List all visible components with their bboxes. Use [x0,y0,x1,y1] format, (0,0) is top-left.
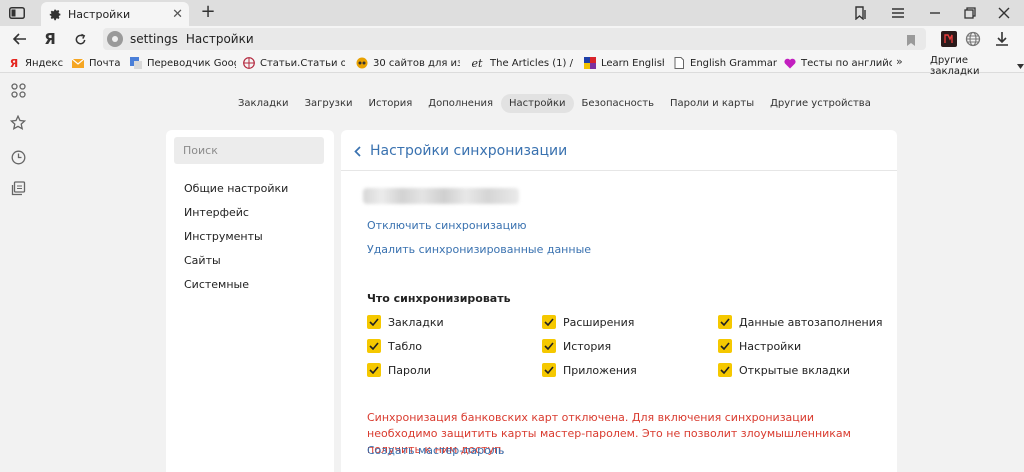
back-arrow-icon[interactable] [9,29,31,49]
back-to-settings[interactable]: Настройки синхронизации [354,143,567,159]
settings-top-nav: Закладки Загрузки История Дополнения Нас… [230,93,879,113]
bookmark-icon[interactable] [906,32,918,46]
download-icon[interactable] [993,30,1011,48]
heart-icon [784,57,796,69]
history-clock-icon[interactable] [9,148,27,166]
nav-settings[interactable]: Настройки [501,93,574,113]
tab-title: Настройки [68,7,131,21]
bookmark-item[interactable]: Статьи.Статьи об [243,55,345,71]
nav-downloads[interactable]: Загрузки [297,94,361,113]
account-email-blurred [363,188,519,204]
collections-icon[interactable] [9,179,27,197]
yandex-logo-icon: Я [9,56,19,70]
circle-icon [356,57,368,69]
checkmark-icon [718,339,732,353]
new-tab-button[interactable]: + [199,3,217,21]
restore-icon[interactable] [957,3,983,23]
omnibox[interactable]: settings Настройки [103,28,926,50]
close-window-icon[interactable] [991,3,1017,23]
bookmark-item[interactable]: 30 сайтов для изу [356,55,460,71]
checkmark-icon [367,363,381,377]
disable-sync-link[interactable]: Отключить синхронизацию [367,219,526,232]
nav-history[interactable]: История [360,94,420,113]
checkbox-apps[interactable]: Приложения [542,363,637,377]
checkbox-passwords[interactable]: Пароли [367,363,431,377]
checkmark-icon [718,315,732,329]
menu-icon[interactable] [885,3,911,23]
translate-icon [130,57,142,69]
sync-settings-panel: Настройки синхронизации Отключить синхро… [341,130,897,472]
other-bookmarks-button[interactable]: Другие закладки [930,55,1024,77]
search-input[interactable] [174,137,324,164]
checkbox-history[interactable]: История [542,339,611,353]
checkbox-autofill[interactable]: Данные автозаполнения [718,315,883,329]
checkbox-settings[interactable]: Настройки [718,339,801,353]
bookmark-item[interactable]: et The Articles (1) / E [469,55,573,71]
gear-icon [48,7,62,21]
address-bar: Я settings Настройки [0,26,1024,52]
globe-icon [243,57,255,69]
et-icon: et [471,56,483,70]
settings-sidebar: Общие настройки Интерфейс Инструменты Са… [166,130,334,472]
nav-bookmarks[interactable]: Закладки [230,94,297,113]
bookmark-item[interactable]: Тесты по английс [784,55,892,71]
chevron-left-icon [354,144,364,158]
sidebar-item-sites[interactable]: Сайты [184,254,221,267]
address-page-title: Настройки [185,32,254,46]
checkbox-bookmarks[interactable]: Закладки [367,315,444,329]
tab-settings[interactable]: Настройки ✕ [41,2,189,26]
sidebar-item-system[interactable]: Системные [184,278,249,291]
star-icon[interactable] [9,114,27,132]
doc-icon [673,57,685,69]
mail-icon [72,57,84,69]
extension-icon[interactable] [940,30,958,48]
create-master-password-link[interactable]: Создать мастер-пароль [367,444,504,457]
page-title: Настройки синхронизации [370,143,568,159]
sidebar-item-general[interactable]: Общие настройки [184,182,288,195]
bookmarks-more-button[interactable]: » [896,55,903,68]
checkbox-extensions[interactable]: Расширения [542,315,634,329]
divider [341,170,897,171]
bookmark-item[interactable]: English Grammar [673,55,777,71]
nav-passwords[interactable]: Пароли и карты [662,94,762,113]
squares-icon [584,57,596,69]
address-url: settings [130,32,178,46]
sidebar-item-tools[interactable]: Инструменты [184,230,263,243]
apps-grid-icon[interactable] [9,81,27,99]
section-title: Что синхронизировать [367,292,511,305]
checkmark-icon [367,315,381,329]
site-security-icon[interactable] [107,31,123,47]
checkmark-icon [718,363,732,377]
bookmarks-bar: Я Яндекс Почта Переводчик Goog Статьи.Ст… [0,52,1024,77]
sidebar-item-interface[interactable]: Интерфейс [184,206,249,219]
checkbox-tablo[interactable]: Табло [367,339,422,353]
side-panel [0,73,36,472]
bookmark-item[interactable]: Learn English [584,55,664,71]
nav-addons[interactable]: Дополнения [420,94,501,113]
bookmark-item[interactable]: Почта [72,55,124,71]
checkmark-icon [542,315,556,329]
checkmark-icon [367,339,381,353]
checkmark-icon [542,339,556,353]
chevron-down-icon [1017,61,1024,72]
delete-synced-data-link[interactable]: Удалить синхронизированные данные [367,243,591,256]
nav-devices[interactable]: Другие устройства [762,94,879,113]
nav-security[interactable]: Безопасность [574,94,663,113]
bookmark-item[interactable]: Переводчик Goog [130,55,236,71]
tab-bar: Настройки ✕ + [0,0,1024,26]
globe-icon[interactable] [964,30,982,48]
minimize-icon[interactable] [922,3,948,23]
checkmark-icon [542,363,556,377]
yandex-home-icon[interactable]: Я [39,29,61,49]
bookmark-item[interactable]: Я Яндекс [8,55,68,71]
reload-icon[interactable] [69,29,91,49]
sidebar-toggle-icon[interactable] [7,5,27,21]
checkbox-open-tabs[interactable]: Открытые вкладки [718,363,850,377]
tab-manager-icon[interactable] [848,3,874,23]
tab-close-icon[interactable]: ✕ [172,8,183,21]
